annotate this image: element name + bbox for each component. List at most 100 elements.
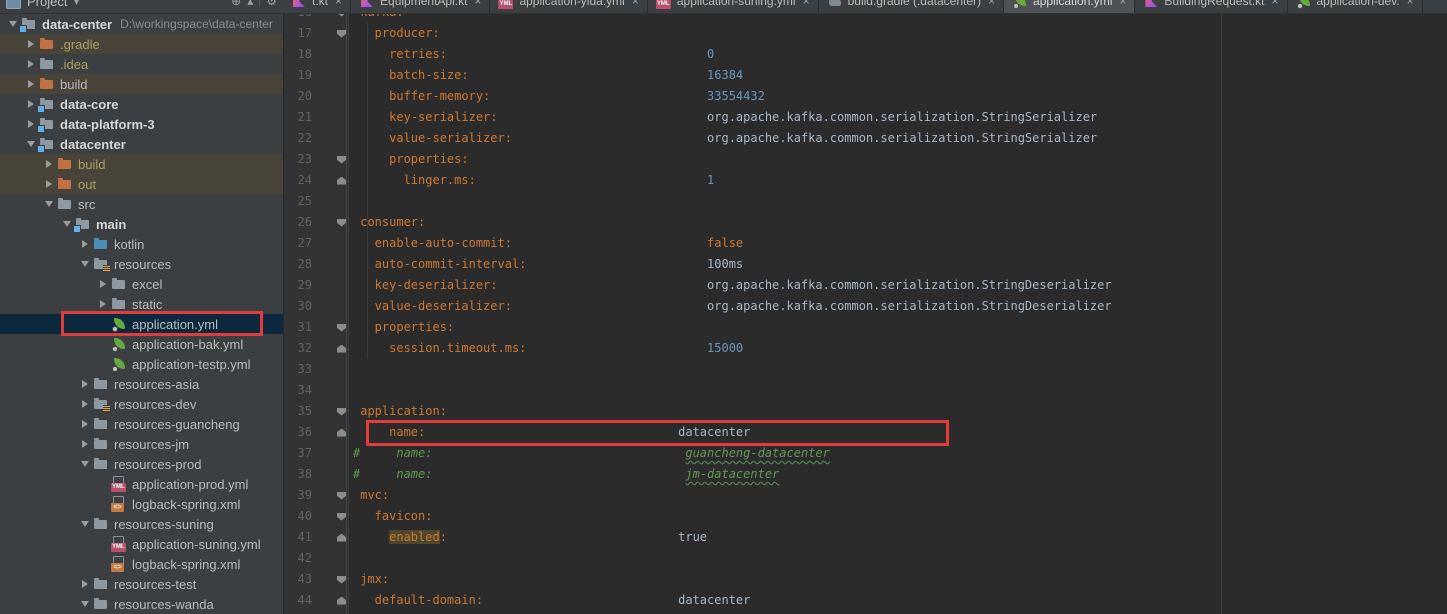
close-icon[interactable]: × [474,0,481,8]
tab-application-yida-yml[interactable]: YMLapplication-yida.yml× [490,0,647,14]
fold-marker-icon[interactable] [312,485,349,506]
tree-expand-closed-icon[interactable] [95,276,111,292]
tree-row-build[interactable]: build [0,154,283,174]
close-icon[interactable]: × [632,0,639,8]
tree-row-main[interactable]: main [0,214,283,234]
close-icon[interactable]: × [1407,0,1414,8]
close-icon[interactable]: × [988,0,995,8]
tree-expand-closed-icon[interactable] [77,576,93,592]
tree-row-data-platform-3[interactable]: data-platform-3 [0,114,283,134]
tree-expand-closed-icon[interactable] [23,76,39,92]
tree-expand-closed-icon[interactable] [41,176,57,192]
tree-expand-closed-icon[interactable] [77,416,93,432]
fold-marker-icon[interactable] [312,212,349,233]
tree-expand-open-icon[interactable] [77,596,93,612]
tree-expand-closed-icon[interactable] [77,376,93,392]
fold-marker-icon[interactable] [312,506,349,527]
tree-row-resources-jm[interactable]: resources-jm [0,434,283,454]
code-line-20[interactable]: 20 buffer-memory: 33554432 [284,86,1447,107]
tree-row-resources-wanda[interactable]: resources-wanda [0,594,283,614]
tree-row-data-core[interactable]: data-core [0,94,283,114]
tree-row-application-prod-yml[interactable]: YMLapplication-prod.yml [0,474,283,494]
close-icon[interactable]: × [1271,0,1278,8]
code-line-27[interactable]: 27 enable-auto-commit: false [284,233,1447,254]
tree-expand-closed-icon[interactable] [23,36,39,52]
code-line-25[interactable]: 25 [284,191,1447,212]
tree-row--gradle[interactable]: .gradle [0,34,283,54]
tree-expand-open-icon[interactable] [41,196,57,212]
code-line-31[interactable]: 31 properties: [284,317,1447,338]
tree-row-out[interactable]: out [0,174,283,194]
tree-row-data-center[interactable]: data-centerD:\workingspace\data-center [0,14,283,34]
code-line-17[interactable]: 17 producer: [284,23,1447,44]
code-line-19[interactable]: 19 batch-size: 16384 [284,65,1447,86]
tree-row-logback-spring-xml[interactable]: <>logback-spring.xml [0,494,283,514]
tree-row-application-bak-yml[interactable]: application-bak.yml [0,334,283,354]
tree-row-build[interactable]: build [0,74,283,94]
tree-row-application-suning-yml[interactable]: YMLapplication-suning.yml [0,534,283,554]
tree-row-resources-test[interactable]: resources-test [0,574,283,594]
tab-equipmentapi-kt[interactable]: EquipmentApi.kt× [351,0,490,14]
editor-pane[interactable]: 16 kafka:17 producer:18 retries: 019 bat… [283,0,1447,614]
code-line-43[interactable]: 43 jmx: [284,569,1447,590]
tree-row-resources-guancheng[interactable]: resources-guancheng [0,414,283,434]
tree-expand-open-icon[interactable] [77,516,93,532]
fold-marker-icon[interactable] [312,23,349,44]
tree-row-resources[interactable]: resources [0,254,283,274]
close-icon[interactable]: × [335,0,342,8]
tree-row-resources-suning[interactable]: resources-suning [0,514,283,534]
tree-expand-closed-icon[interactable] [77,396,93,412]
code-line-34[interactable]: 34 [284,380,1447,401]
code-line-39[interactable]: 39 mvc: [284,485,1447,506]
gear-icon[interactable]: ⚙ [266,0,277,7]
chevron-down-icon[interactable]: ▾ [73,0,79,7]
fold-marker-icon[interactable] [312,527,349,548]
fold-marker-icon[interactable] [312,338,349,359]
code-line-18[interactable]: 18 retries: 0 [284,44,1447,65]
collapse-all-icon[interactable]: ▴ [247,0,253,7]
code-line-33[interactable]: 33 [284,359,1447,380]
tree-expand-closed-icon[interactable] [41,156,57,172]
tab-t-kt[interactable]: t.kt× [283,0,351,14]
close-icon[interactable]: × [803,0,810,8]
fold-marker-icon[interactable] [312,401,349,422]
fold-marker-icon[interactable] [312,149,349,170]
code-line-32[interactable]: 32 session.timeout.ms: 15000 [284,338,1447,359]
tree-row-excel[interactable]: excel [0,274,283,294]
tree-row-datacenter[interactable]: datacenter [0,134,283,154]
tree-expand-closed-icon[interactable] [23,96,39,112]
tree-expand-closed-icon[interactable] [23,116,39,132]
tree-expand-closed-icon[interactable] [23,56,39,72]
tree-row-resources-asia[interactable]: resources-asia [0,374,283,394]
tree-row-resources-prod[interactable]: resources-prod [0,454,283,474]
code-line-23[interactable]: 23 properties: [284,149,1447,170]
fold-marker-icon[interactable] [312,317,349,338]
tab-application-yml[interactable]: application.yml× [1004,0,1135,14]
tree-row-logback-spring-xml[interactable]: <>logback-spring.xml [0,554,283,574]
tree-row-application-testp-yml[interactable]: application-testp.yml [0,354,283,374]
tree-expand-open-icon[interactable] [77,256,93,272]
tree-expand-closed-icon[interactable] [77,436,93,452]
locate-file-icon[interactable]: ⊕ [231,0,241,7]
tab-application-suning-yml[interactable]: YMLapplication-suning.yml× [648,0,819,14]
code-line-28[interactable]: 28 auto-commit-interval: 100ms [284,254,1447,275]
tab-application-dev-[interactable]: application-dev.× [1288,0,1423,14]
fold-marker-icon[interactable] [312,590,349,611]
fold-marker-icon[interactable] [312,422,349,443]
close-icon[interactable]: × [1119,0,1126,8]
code-line-21[interactable]: 21 key-serializer: org.apache.kafka.comm… [284,107,1447,128]
fold-marker-icon[interactable] [312,569,349,590]
tree-row-src[interactable]: src [0,194,283,214]
tab-buildingrequest-kt[interactable]: BuildingRequest.kt× [1135,0,1287,14]
tree-expand-open-icon[interactable] [5,16,21,32]
tree-row--idea[interactable]: .idea [0,54,283,74]
code-line-42[interactable]: 42 [284,548,1447,569]
code-line-37[interactable]: 37# name: guancheng-datacenter [284,443,1447,464]
tree-expand-open-icon[interactable] [59,216,75,232]
code-line-35[interactable]: 35 application: [284,401,1447,422]
tree-row-kotlin[interactable]: kotlin [0,234,283,254]
tree-expand-open-icon[interactable] [77,456,93,472]
tree-expand-closed-icon[interactable] [95,296,111,312]
tab-build-gradle-datacenter-[interactable]: build.gradle (:datacenter)× [819,0,1004,14]
code-line-30[interactable]: 30 value-deserializer: org.apache.kafka.… [284,296,1447,317]
